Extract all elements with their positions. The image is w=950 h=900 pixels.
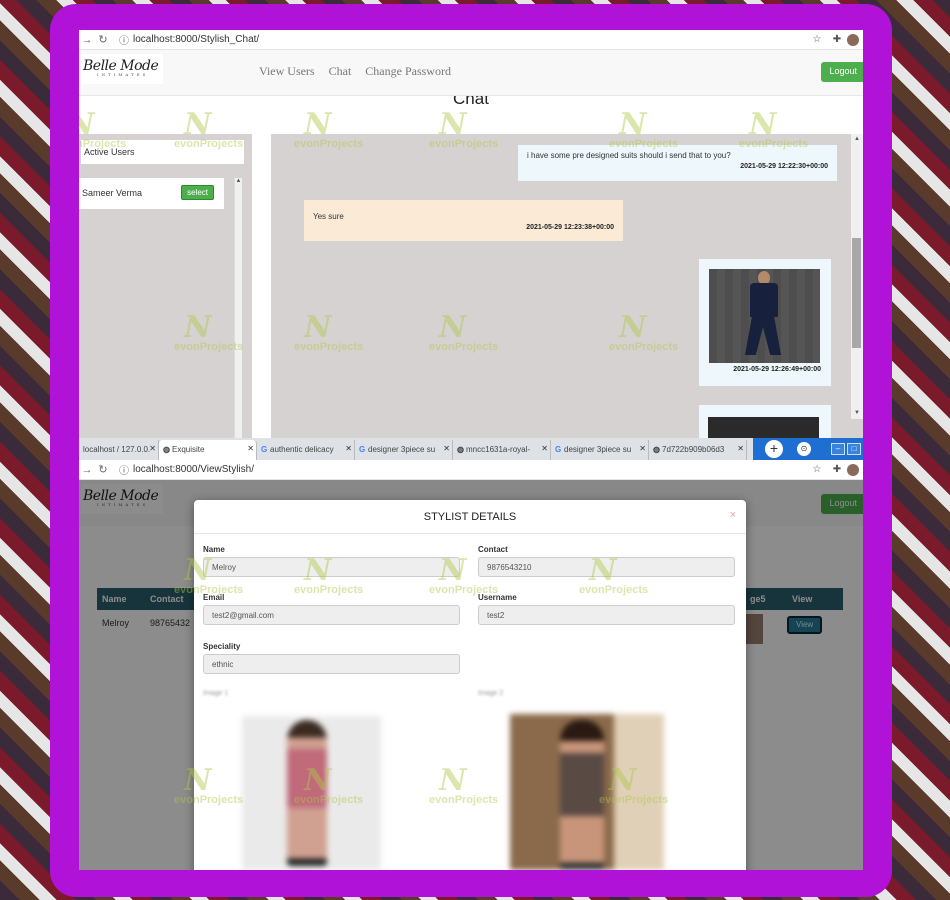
user-name: Sameer Verma <box>82 188 143 198</box>
users-panel: Active Users Sameer Verma select ▲ <box>79 134 252 438</box>
message-image-partial <box>699 405 831 438</box>
nav-view-users[interactable]: View Users <box>259 64 315 79</box>
field-contact: Contact 9876543210 <box>478 545 735 577</box>
close-tab-icon[interactable]: ✕ <box>639 444 646 453</box>
tab-mncc1631a[interactable]: ◍ mncc1631a-royal- ✕ <box>453 440 551 460</box>
url-field[interactable]: localhost:8000/Stylish_Chat/ <box>133 34 807 45</box>
navy-suit-photo[interactable] <box>709 269 820 363</box>
message-time: 2021-05-29 12:26:49+00:00 <box>733 366 821 373</box>
message-text: Yes sure <box>313 212 344 221</box>
stylist-details-modal: STYLIST DETAILS × Name Melroy Contact 98… <box>194 500 746 870</box>
select-user-button[interactable]: select <box>181 185 214 200</box>
field-label: Contact <box>478 545 508 554</box>
tab-designer-3piece[interactable]: Gdesigner 3piece su ✕ <box>355 440 453 460</box>
brand-logo[interactable]: Belle Mode INTIMATES <box>81 54 163 84</box>
field-speciality: Speciality ethnic <box>203 642 460 674</box>
stylist-image-2[interactable] <box>510 714 664 870</box>
message-time: 2021-05-29 12:23:38+00:00 <box>526 224 614 231</box>
close-icon[interactable]: × <box>730 509 736 521</box>
partial-photo[interactable] <box>708 417 819 438</box>
nav-links: View Users Chat Change Password <box>259 64 451 79</box>
name-input[interactable]: Melroy <box>203 557 460 577</box>
close-tab-icon[interactable]: ✕ <box>149 444 156 453</box>
message-outgoing: i have some pre designed suits should i … <box>518 145 837 181</box>
nav-change-password[interactable]: Change Password <box>365 64 451 79</box>
forward-icon[interactable]: → <box>79 34 95 46</box>
field-label: Username <box>478 593 517 602</box>
message-image: 2021-05-29 12:26:49+00:00 <box>699 259 831 386</box>
scrollbar-thumb[interactable] <box>852 238 861 348</box>
download-icon[interactable]: ⊙ <box>797 442 811 456</box>
star-icon[interactable]: ☆ <box>807 34 827 45</box>
users-scrollbar[interactable]: ▲ <box>234 178 242 438</box>
field-email: Email test2@gmail.com <box>203 593 460 625</box>
field-label: Speciality <box>203 642 241 651</box>
stylist-window: localhost / 127.0.0. ✕ ◍ Exquisite ✕ Gauthe… <box>79 438 863 870</box>
maximize-icon[interactable]: □ <box>847 443 861 455</box>
field-name: Name Melroy <box>203 545 460 577</box>
message-time: 2021-05-29 12:22:30+00:00 <box>740 163 828 170</box>
message-incoming: Yes sure 2021-05-29 12:23:38+00:00 <box>304 200 623 241</box>
globe-icon: ◍ <box>163 445 170 454</box>
google-icon: G <box>261 445 268 454</box>
chat-area: Active Users Sameer Verma select ▲ i hav… <box>79 110 863 438</box>
new-tab-button[interactable]: + <box>765 440 783 458</box>
tab-authentic-delicacy[interactable]: Gauthentic delicacy ✕ <box>257 440 355 460</box>
profile-avatar[interactable] <box>847 33 859 46</box>
star-icon[interactable]: ☆ <box>807 464 827 475</box>
page-title: Chat <box>453 96 489 108</box>
address-bar: → ↻ ⓘ localhost:8000/Stylish_Chat/ ☆ ✚ <box>79 30 863 50</box>
image-label: Image 1 <box>203 690 229 697</box>
scroll-up-icon[interactable]: ▲ <box>851 136 863 142</box>
modal-title: STYLIST DETAILS <box>194 500 746 534</box>
field-label: Email <box>203 593 225 602</box>
stylist-image-1[interactable] <box>242 716 381 870</box>
globe-icon: ◍ <box>653 445 660 454</box>
address-bar: → ↻ ⓘ localhost:8000/ViewStylish/ ☆ ✚ <box>79 460 863 480</box>
minimize-icon[interactable]: – <box>831 443 845 455</box>
scroll-down-icon[interactable]: ▼ <box>851 410 863 416</box>
image-label: Image 2 <box>478 690 504 697</box>
message-text: i have some pre designed suits should i … <box>527 151 731 160</box>
google-icon: G <box>555 445 562 454</box>
tab-7d722b[interactable]: ◍ 7d722b909b06d3 ✕ <box>649 440 747 460</box>
extensions-icon[interactable]: ✚ <box>827 34 847 45</box>
user-list-item: Sameer Verma select <box>79 178 224 209</box>
username-input[interactable]: test2 <box>478 605 735 625</box>
messages-scrollbar[interactable]: ▲ ▼ <box>851 134 863 419</box>
email-input[interactable]: test2@gmail.com <box>203 605 460 625</box>
reload-icon[interactable]: ↻ <box>95 33 111 46</box>
screenshot-area: → ↻ ⓘ localhost:8000/Stylish_Chat/ ☆ ✚ B… <box>79 30 863 870</box>
nav-chat[interactable]: Chat <box>329 64 352 79</box>
navbar: Belle Mode INTIMATES View Users Chat Chan… <box>79 50 863 96</box>
close-tab-icon[interactable]: ✕ <box>247 444 254 453</box>
reload-icon[interactable]: ↻ <box>95 463 111 476</box>
google-icon: G <box>359 445 366 454</box>
close-tab-icon[interactable]: ✕ <box>345 444 352 453</box>
profile-avatar[interactable] <box>847 463 859 476</box>
logout-button[interactable]: Logout <box>821 62 863 82</box>
info-icon[interactable]: ⓘ <box>119 32 133 47</box>
scroll-up-icon[interactable]: ▲ <box>235 178 242 184</box>
globe-icon: ◍ <box>457 445 464 454</box>
chat-window: → ↻ ⓘ localhost:8000/Stylish_Chat/ ☆ ✚ B… <box>79 30 863 438</box>
forward-icon[interactable]: → <box>79 464 95 476</box>
active-users-heading: Active Users <box>81 140 244 164</box>
contact-input[interactable]: 9876543210 <box>478 557 735 577</box>
close-tab-icon[interactable]: ✕ <box>541 444 548 453</box>
field-username: Username test2 <box>478 593 735 625</box>
messages-panel: i have some pre designed suits should i … <box>271 134 863 438</box>
info-icon[interactable]: ⓘ <box>119 462 133 477</box>
close-tab-icon[interactable]: ✕ <box>443 444 450 453</box>
url-field[interactable]: localhost:8000/ViewStylish/ <box>133 464 807 475</box>
browser-tabs: localhost / 127.0.0. ✕ ◍ Exquisite ✕ Gauthe… <box>79 438 863 460</box>
tab-exquisite[interactable]: ◍ Exquisite ✕ <box>159 440 257 460</box>
speciality-input[interactable]: ethnic <box>203 654 460 674</box>
tab-designer-3piece-2[interactable]: Gdesigner 3piece su ✕ <box>551 440 649 460</box>
close-tab-icon[interactable]: ✕ <box>737 444 744 453</box>
extensions-icon[interactable]: ✚ <box>827 464 847 475</box>
tab-localhost[interactable]: localhost / 127.0.0. ✕ <box>79 440 159 460</box>
field-label: Name <box>203 545 225 554</box>
